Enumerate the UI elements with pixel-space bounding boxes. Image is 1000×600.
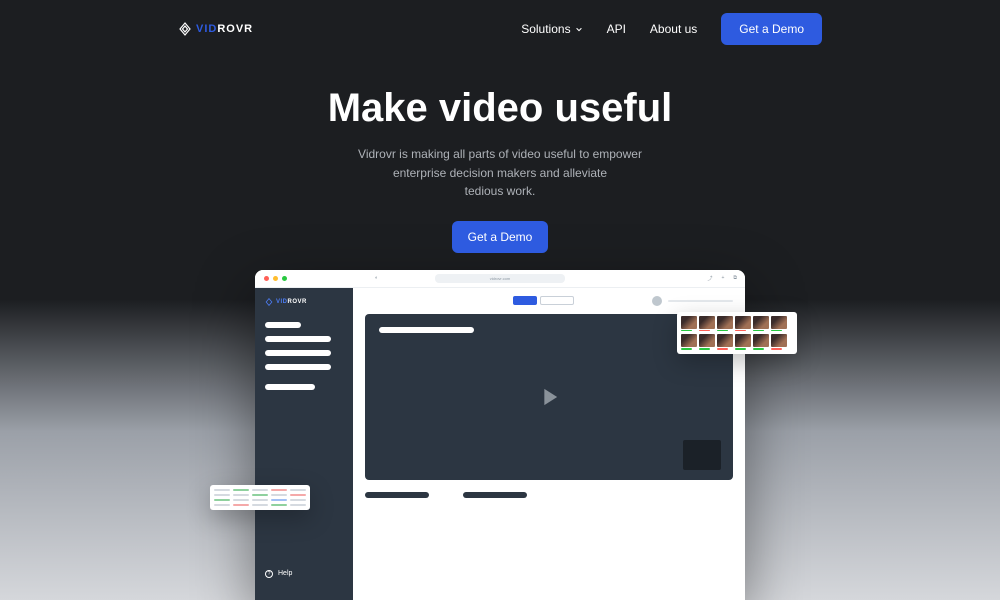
browser-chrome: ◐ vidrovr.com ⤴ + ⧉ <box>255 270 745 288</box>
shield-icon: ◐ <box>375 275 381 281</box>
help-label: Help <box>278 570 292 577</box>
play-icon <box>535 383 563 411</box>
chevron-down-icon <box>575 25 583 33</box>
thumbnail-item[interactable] <box>717 316 733 332</box>
help-icon: ? <box>265 570 273 578</box>
traffic-minimize-icon <box>273 276 278 281</box>
thumbnail-item[interactable] <box>717 334 733 350</box>
thumbnail-item[interactable] <box>699 316 715 332</box>
sidebar-items <box>265 322 343 390</box>
traffic-close-icon <box>264 276 269 281</box>
browser-window: ◐ vidrovr.com ⤴ + ⧉ VIDROVR <box>255 270 745 600</box>
sidebar-help[interactable]: ? Help <box>265 570 343 590</box>
logo-text-vid: VID <box>196 23 217 35</box>
sidebar-item[interactable] <box>265 364 331 370</box>
timeline-segment[interactable] <box>365 492 429 498</box>
sidebar-logo-icon <box>265 298 273 306</box>
url-bar: vidrovr.com <box>435 274 565 283</box>
thumbnail-item[interactable] <box>753 334 769 350</box>
sidebar-item[interactable] <box>265 322 301 328</box>
sidebar-item[interactable] <box>265 336 331 342</box>
hero-subtitle: Vidrovr is making all parts of video use… <box>0 145 1000 201</box>
toolbar-filter-active[interactable] <box>513 296 537 305</box>
toolbar <box>365 296 733 306</box>
plus-icon: + <box>722 275 725 282</box>
sidebar-item[interactable] <box>265 350 331 356</box>
sidebar-logo: VIDROVR <box>265 298 343 306</box>
slider-handle-icon <box>652 296 662 306</box>
share-icon: ⤴ <box>707 275 712 282</box>
toolbar-slider[interactable] <box>652 296 733 306</box>
thumbnail-item[interactable] <box>681 316 697 332</box>
hero-cta-button[interactable]: Get a Demo <box>452 221 549 253</box>
product-mockup: ◐ vidrovr.com ⤴ + ⧉ VIDROVR <box>255 270 745 600</box>
timeline-segment[interactable] <box>463 492 527 498</box>
nav-solutions-label: Solutions <box>521 22 570 36</box>
floating-thumbnail-panel <box>677 312 797 354</box>
thumbnail-item[interactable] <box>735 316 751 332</box>
app-sidebar: VIDROVR ? Help <box>255 288 353 600</box>
thumbnail-item[interactable] <box>753 316 769 332</box>
floating-data-panel <box>210 485 310 510</box>
video-title-placeholder <box>379 327 474 333</box>
nav-solutions[interactable]: Solutions <box>521 22 582 36</box>
logo[interactable]: VIDROVR <box>178 22 253 36</box>
nav-api[interactable]: API <box>607 22 626 36</box>
timeline-segments <box>365 492 733 498</box>
toolbar-filter[interactable] <box>540 296 574 305</box>
hero-section: Make video useful Vidrovr is making all … <box>0 58 1000 253</box>
main-nav: Solutions API About us Get a Demo <box>521 13 822 45</box>
video-pip-thumbnail <box>683 440 721 470</box>
thumbnail-item[interactable] <box>771 316 787 332</box>
thumbnail-item[interactable] <box>681 334 697 350</box>
site-header: VIDROVR Solutions API About us Get a Dem… <box>0 0 1000 58</box>
browser-body: VIDROVR ? Help <box>255 288 745 600</box>
logo-icon <box>178 22 192 36</box>
hero-title: Make video useful <box>0 86 1000 131</box>
browser-actions: ⤴ + ⧉ <box>707 275 737 282</box>
tabs-icon: ⧉ <box>733 275 737 282</box>
nav-about[interactable]: About us <box>650 22 697 36</box>
thumbnail-item[interactable] <box>771 334 787 350</box>
slider-track <box>668 300 733 302</box>
thumbnail-item[interactable] <box>699 334 715 350</box>
sidebar-item[interactable] <box>265 384 315 390</box>
nav-cta-button[interactable]: Get a Demo <box>721 13 822 45</box>
traffic-maximize-icon <box>282 276 287 281</box>
logo-text-rovr: ROVR <box>217 23 253 35</box>
thumbnail-item[interactable] <box>735 334 751 350</box>
